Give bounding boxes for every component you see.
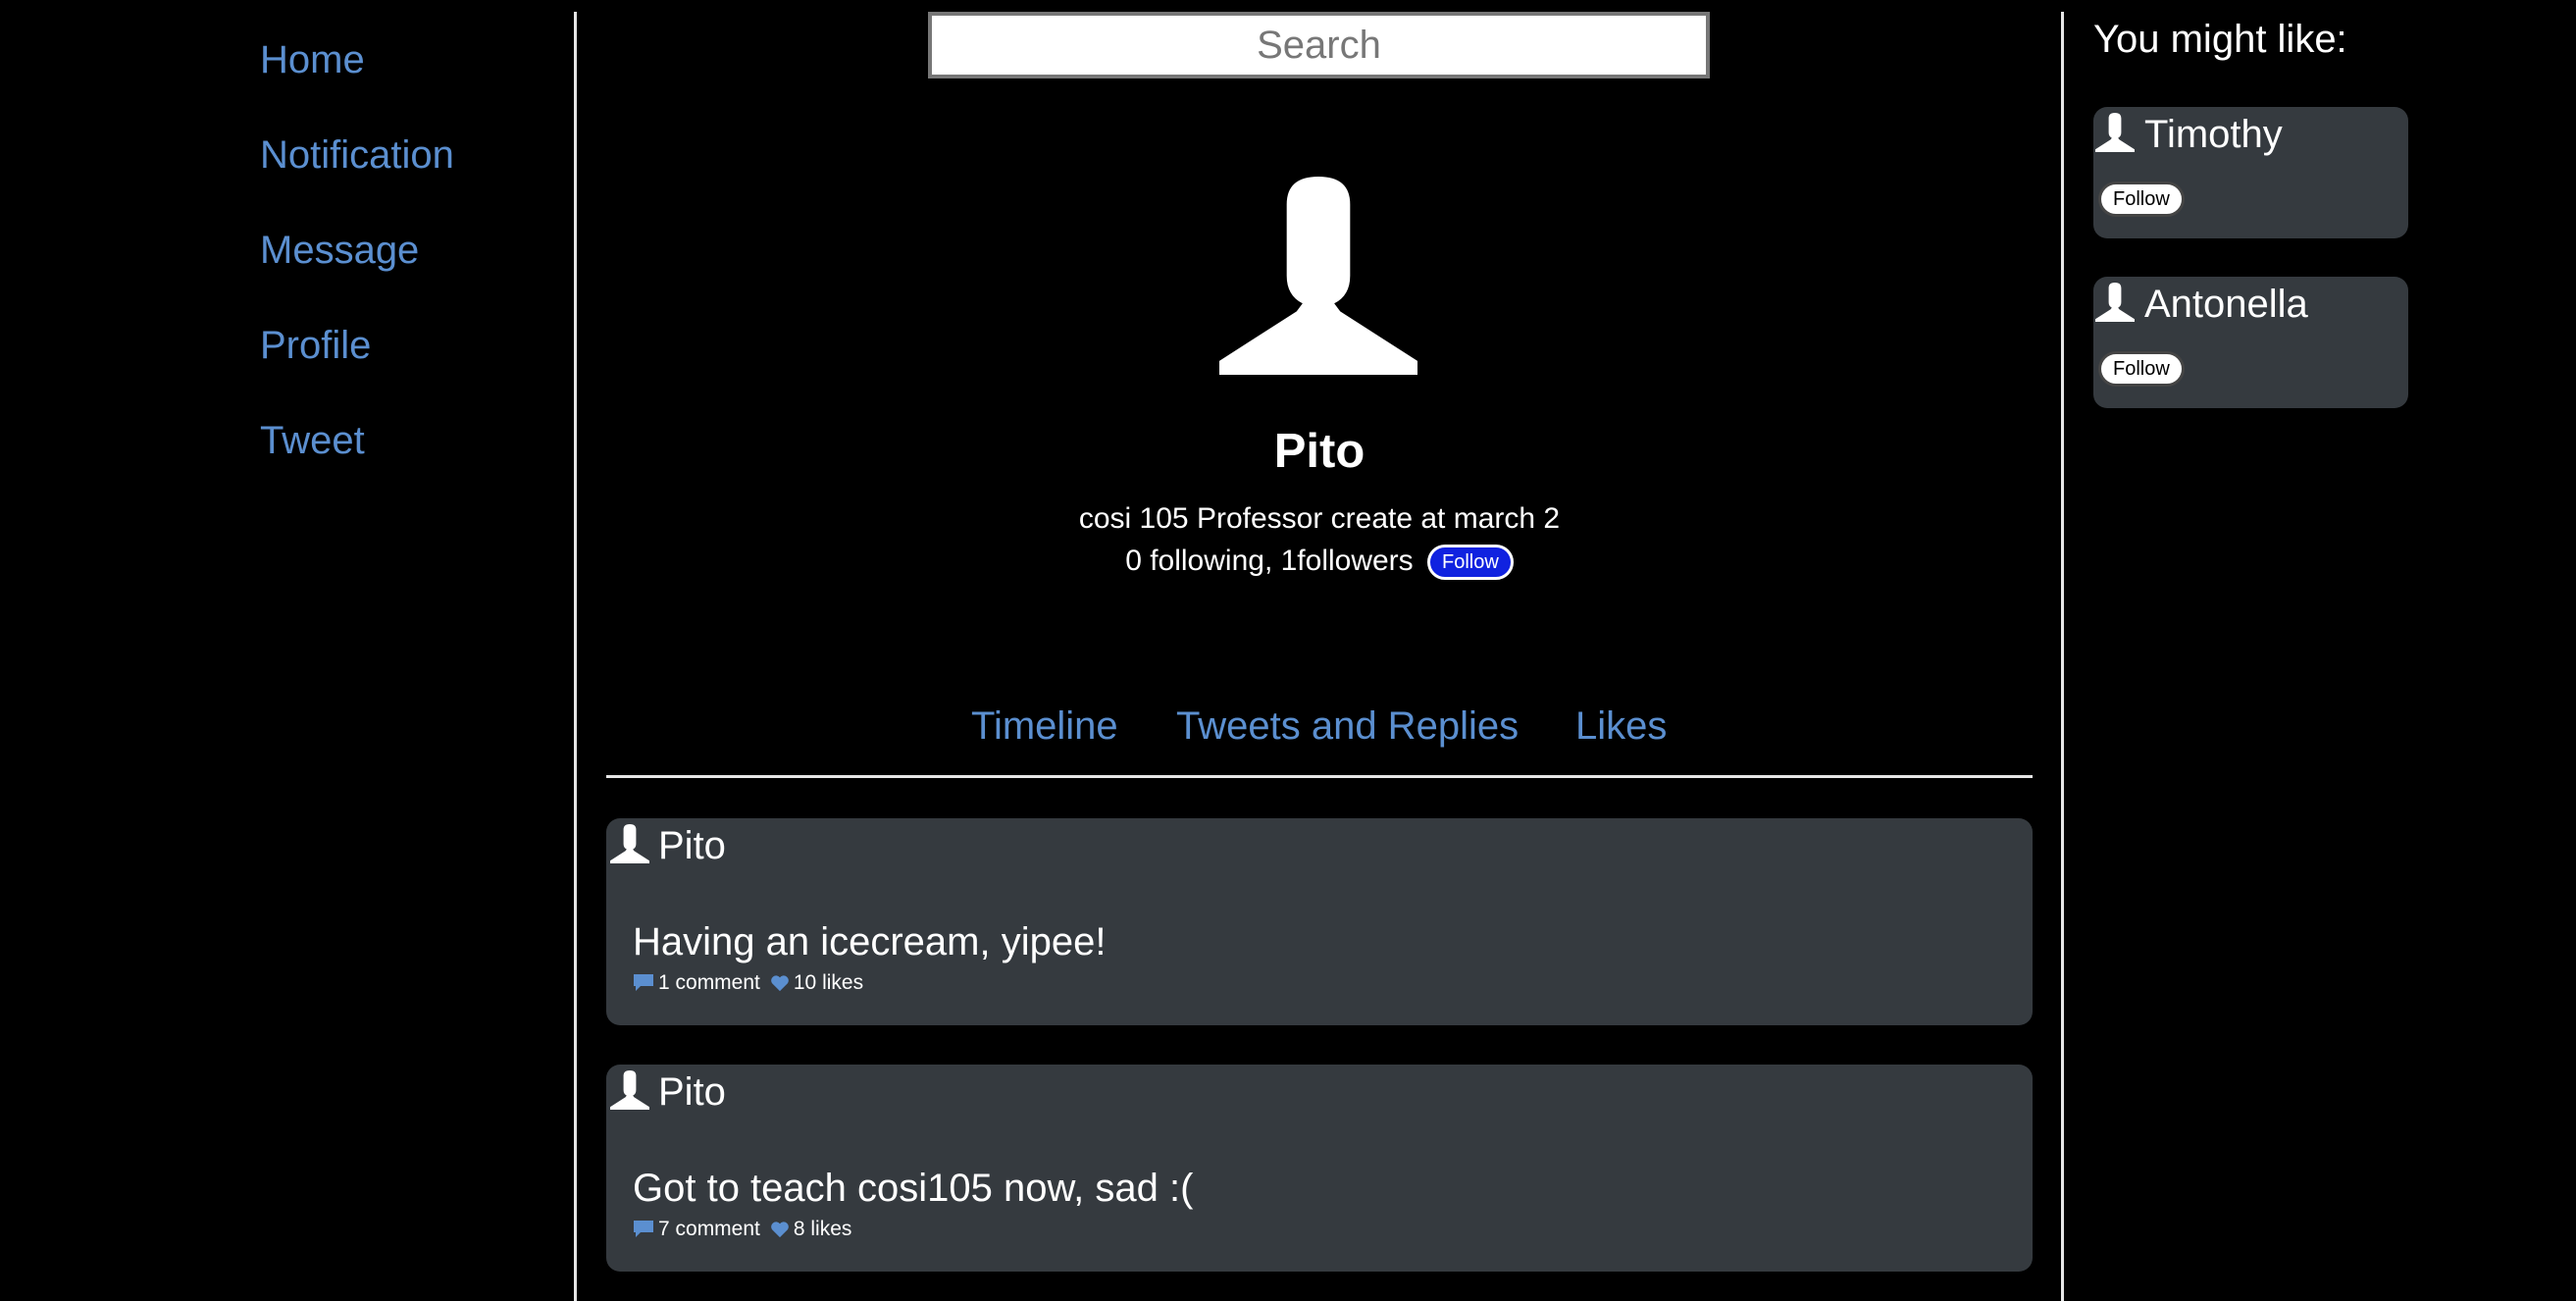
tweet-text: Got to teach cosi105 now, sad :( [633, 1167, 1194, 1210]
suggestions-title: You might like: [2093, 18, 2347, 61]
user-icon [2095, 113, 2135, 152]
follow-button[interactable]: Follow [2098, 182, 2185, 217]
like-count: 8 likes [793, 1218, 852, 1240]
comment-count: 7 comment [658, 1218, 760, 1240]
tab-tweets-and-replies[interactable]: Tweets and Replies [1176, 706, 1519, 746]
suggestion-card: Antonella Follow [2093, 277, 2408, 408]
tweet-author: Pito [658, 1070, 726, 1114]
suggestion-name: Antonella [2144, 283, 2308, 326]
nav-home[interactable]: Home [260, 40, 365, 79]
user-icon [610, 1070, 649, 1110]
tweet-card: Pito Got to teach cosi105 now, sad :( 7 … [606, 1065, 2033, 1272]
user-icon [610, 824, 649, 863]
tweet-text: Having an icecream, yipee! [633, 920, 1107, 963]
tweet-meta: 1 comment 10 likes [633, 972, 863, 993]
tweet-card: Pito Having an icecream, yipee! 1 commen… [606, 818, 2033, 1025]
profile-tabs: Timeline Tweets and Replies Likes [0, 706, 2576, 755]
search-input[interactable] [928, 12, 1710, 78]
comment-icon[interactable] [633, 1220, 654, 1239]
right-divider [2061, 12, 2064, 1301]
tab-likes[interactable]: Likes [1575, 706, 1667, 746]
comment-icon[interactable] [633, 973, 654, 993]
profile-name: Pito [1273, 425, 1365, 478]
nav-tweet[interactable]: Tweet [260, 421, 365, 460]
follow-counts: 0 following, 1followers [1125, 545, 1414, 577]
heart-icon[interactable] [770, 974, 790, 992]
tweet-author: Pito [658, 824, 726, 867]
profile-follow-button[interactable]: Follow [1427, 545, 1514, 581]
comment-count: 1 comment [658, 971, 760, 994]
suggestion-name: Timothy [2144, 113, 2283, 156]
tabs-divider [606, 775, 2033, 778]
nav-notification[interactable]: Notification [260, 135, 454, 175]
tab-timeline[interactable]: Timeline [971, 706, 1118, 746]
heart-icon[interactable] [770, 1221, 790, 1238]
user-icon [2095, 283, 2135, 322]
left-divider [574, 12, 577, 1301]
follow-button[interactable]: Follow [2098, 351, 2185, 387]
suggestion-card: Timothy Follow [2093, 107, 2408, 238]
nav-message[interactable]: Message [260, 231, 419, 270]
tweet-meta: 7 comment 8 likes [633, 1219, 851, 1239]
nav-profile[interactable]: Profile [260, 326, 371, 365]
profile-stats: 0 following, 1followers Follow [981, 545, 1658, 581]
profile-avatar-user-icon [1219, 177, 1417, 375]
profile-bio: cosi 105 Professor create at march 2 [1078, 502, 1561, 535]
like-count: 10 likes [793, 971, 864, 994]
